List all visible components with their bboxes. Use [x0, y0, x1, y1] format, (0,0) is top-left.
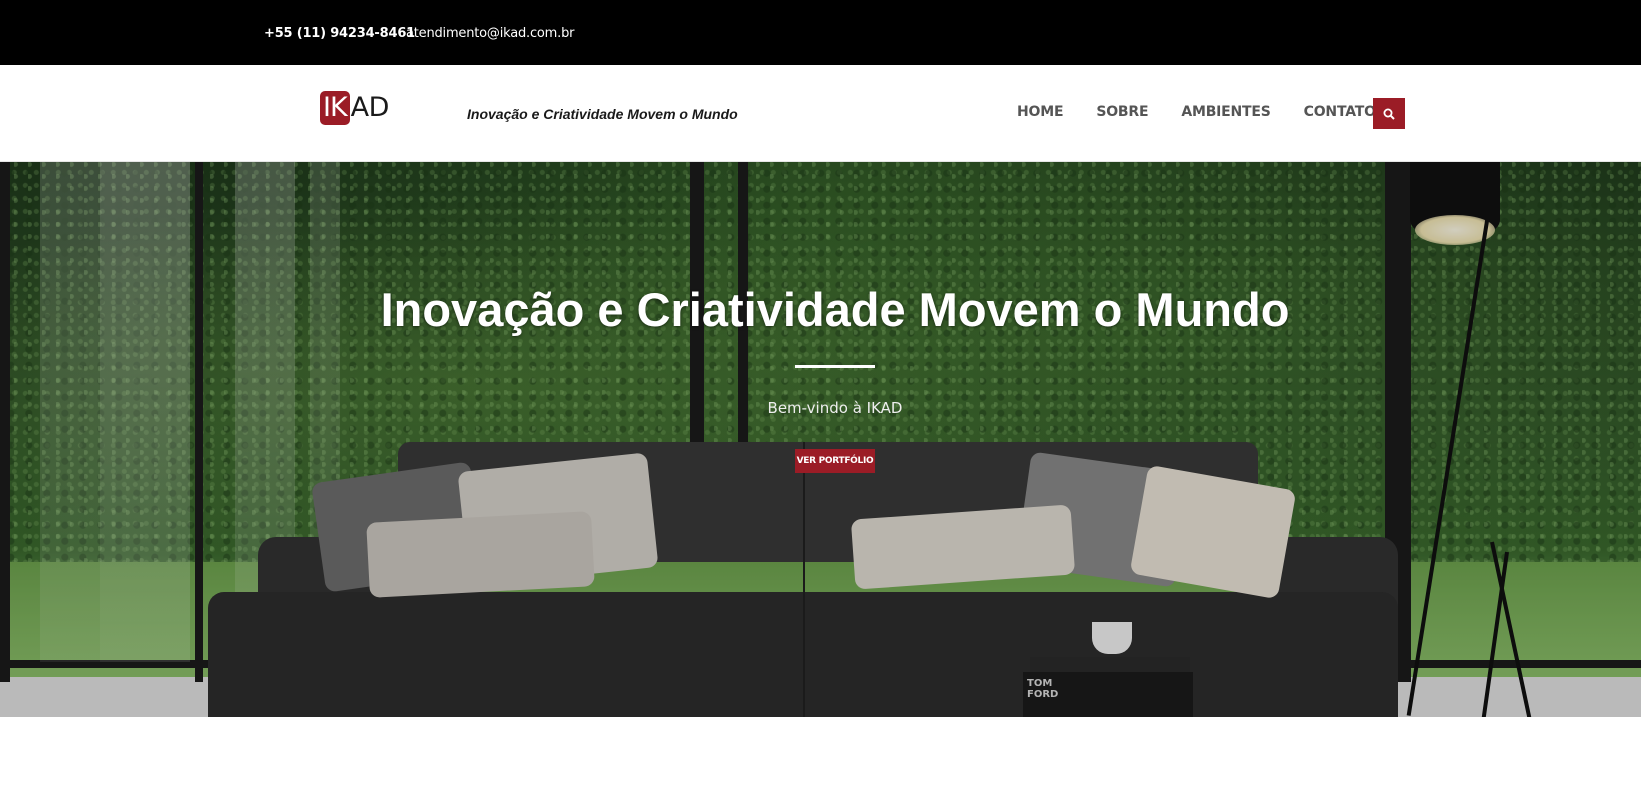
- main-nav: HOME SOBRE AMBIENTES CONTATO: [1017, 104, 1376, 120]
- nav-home[interactable]: HOME: [1017, 104, 1064, 120]
- logo-ik: IK: [320, 91, 350, 125]
- search-button[interactable]: [1373, 98, 1405, 129]
- email-address[interactable]: atendimento@ikad.com.br: [406, 26, 574, 41]
- hero-divider: [795, 365, 875, 368]
- hero-overlay: [0, 162, 1641, 717]
- phone-number[interactable]: +55 (11) 94234-8461: [264, 26, 415, 41]
- portfolio-button[interactable]: VER PORTFÓLIO: [795, 449, 875, 473]
- header-tagline: Inovação e Criatividade Movem o Mundo: [467, 106, 738, 122]
- nav-ambientes[interactable]: AMBIENTES: [1181, 104, 1271, 120]
- site-header: IK AD Inovação e Criatividade Movem o Mu…: [0, 65, 1641, 162]
- hero-banner: TOM FORD Inovação e Criatividade Movem o…: [0, 162, 1641, 717]
- hero-title: Inovação e Criatividade Movem o Mundo: [380, 283, 1290, 336]
- hero-subtitle: Bem-vindo à IKAD: [767, 399, 903, 417]
- search-icon: [1383, 108, 1395, 120]
- nav-sobre[interactable]: SOBRE: [1096, 104, 1148, 120]
- nav-contato[interactable]: CONTATO: [1304, 104, 1376, 120]
- logo[interactable]: IK AD: [320, 91, 389, 125]
- logo-ad: AD: [350, 92, 390, 123]
- top-contact-bar: +55 (11) 94234-8461 atendimento@ikad.com…: [0, 0, 1641, 65]
